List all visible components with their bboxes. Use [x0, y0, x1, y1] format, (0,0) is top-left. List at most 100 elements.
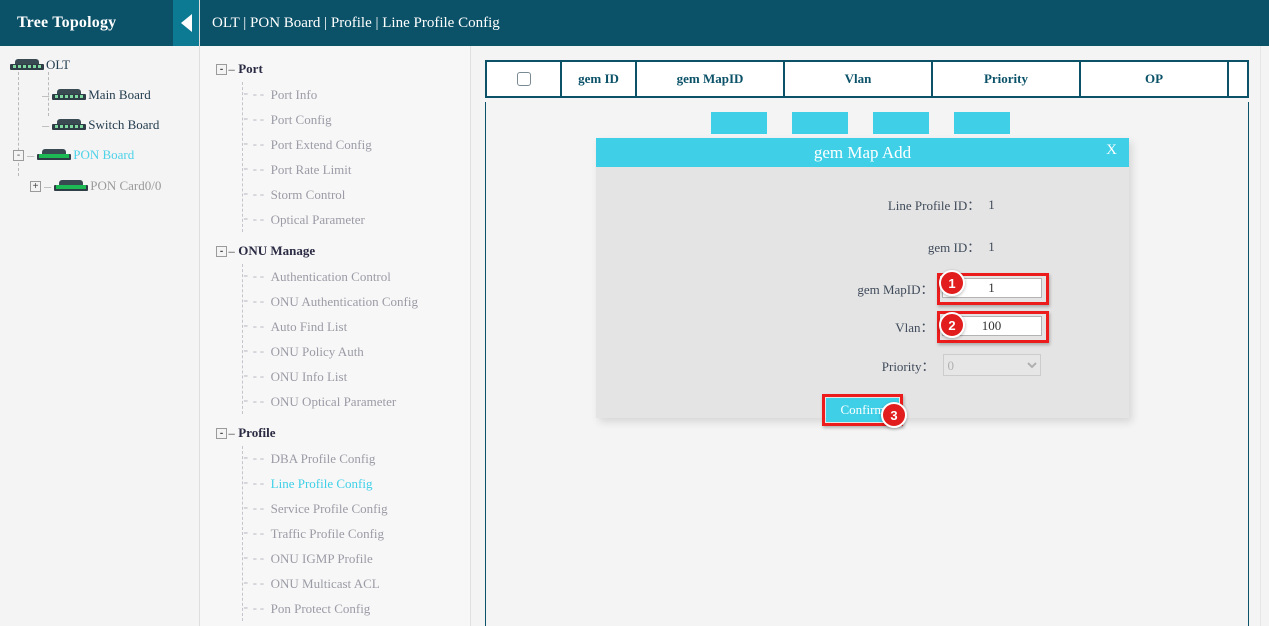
breadcrumb-text: OLT | PON Board | Profile | Line Profile… [212, 15, 500, 32]
nav-expander-icon[interactable]: - [216, 246, 227, 257]
priority-select[interactable]: 0 [943, 354, 1041, 376]
field-row-line-profile-id: Line Profile ID： 1 [596, 195, 1129, 214]
nav-item-service-profile-config[interactable]: ╴--Service Profile Config [200, 496, 470, 521]
nav-item-label: DBA Profile Config [271, 451, 376, 467]
nav-branch-icon: ╴-- [244, 526, 266, 541]
nav-item-label: Traffic Profile Config [271, 526, 384, 542]
table-action-button-row [711, 112, 1010, 134]
nav-branch-icon: ╴-- [244, 601, 266, 616]
nav-item-optical-parameter[interactable]: ╴-- Optical Parameter [200, 207, 470, 232]
tree-panel-title: Tree Topology [0, 14, 116, 32]
table-action-button[interactable] [711, 112, 767, 134]
sidebar-collapse-button[interactable] [173, 0, 199, 46]
priority-control: 0 [943, 354, 1041, 376]
chevron-left-icon [181, 14, 192, 32]
page-scroll-strip[interactable] [1260, 46, 1269, 626]
nav-branch-icon: – [228, 62, 235, 77]
nav-branch-icon: ╴-- [244, 294, 266, 309]
nav-item-onu-multicast-acl[interactable]: ╴-- ONU Multicast ACL [200, 571, 470, 596]
table-action-button[interactable] [873, 112, 929, 134]
nav-item-label: ONU Policy Auth [271, 344, 364, 360]
nav-branch-icon: ╴-- [244, 394, 266, 409]
nav-branch-icon: ╴-- [244, 162, 266, 177]
annotation-badge-3: 3 [881, 402, 907, 428]
nav-group-header-onu-manage[interactable]: - – ONU Manage [200, 238, 470, 264]
nav-group-header-port[interactable]: - – Port [200, 56, 470, 82]
nav-item-label: Port Info [271, 87, 318, 103]
tree-branch-icon: – [44, 179, 51, 194]
nav-item-label: Line Profile Config [271, 476, 373, 492]
priority-label: Priority： [685, 356, 943, 375]
tree-branch-icon: – [27, 148, 34, 163]
nav-item-port-info[interactable]: ╴--Port Info [200, 82, 470, 107]
field-row-vlan: Vlan： [596, 316, 1129, 336]
tree-node-pon-board[interactable]: - – PON Board [0, 144, 199, 166]
nav-item-pon-protect-config[interactable]: ╴-- Pon Protect Config [200, 596, 470, 621]
nav-item-label: ONU Info List [271, 369, 348, 385]
nav-branch-icon: ╴-- [244, 212, 266, 227]
line-profile-id-value: 1 [988, 197, 995, 213]
nav-group-title: Port [238, 61, 263, 77]
nav-item-storm-control[interactable]: ╴--Storm Control [200, 182, 470, 207]
tree-node-label: Main Board [88, 87, 150, 103]
nav-group-port: - – Port ╴--Port Info ╴--Port Config ╴--… [200, 56, 470, 232]
nav-item-label: ONU Multicast ACL [271, 576, 380, 592]
tree-node-main-board[interactable]: – Main Board [0, 84, 199, 106]
vlan-label: Vlan： [684, 317, 942, 336]
nav-item-label: Auto Find List [271, 319, 348, 335]
table-action-button[interactable] [792, 112, 848, 134]
close-icon[interactable]: X [1106, 142, 1117, 159]
gem-map-table-header: gem ID gem MapID Vlan Priority OP [485, 60, 1249, 98]
nav-item-traffic-profile-config[interactable]: ╴-- Traffic Profile Config [200, 521, 470, 546]
device-board-green-icon [37, 149, 71, 161]
nav-item-onu-optical-parameter[interactable]: ╴-- ONU Optical Parameter [200, 389, 470, 414]
tree-panel-header: Tree Topology [0, 0, 199, 46]
tree-node-label: OLT [46, 57, 70, 73]
nav-item-onu-policy-auth[interactable]: ╴--ONU Policy Auth [200, 339, 470, 364]
nav-item-line-profile-config[interactable]: ╴-- Line Profile Config [200, 471, 470, 496]
nav-item-onu-authentication-config[interactable]: ╴--ONU Authentication Config [200, 289, 470, 314]
nav-group-header-profile[interactable]: - – Profile [200, 420, 470, 446]
annotation-badge-1: 1 [939, 270, 965, 296]
table-action-button[interactable] [954, 112, 1010, 134]
nav-item-label: Port Config [271, 112, 332, 128]
nav-item-onu-igmp-profile[interactable]: ╴--ONU IGMP Profile [200, 546, 470, 571]
nav-group-onu-manage: - – ONU Manage ╴--Authentication Control… [200, 238, 470, 414]
tree-node-switch-board[interactable]: – Switch Board [0, 114, 199, 136]
table-header-vlan: Vlan [785, 62, 933, 96]
nav-branch-icon: ╴-- [244, 451, 266, 466]
nav-branch-icon: ╴-- [244, 137, 266, 152]
nav-item-port-extend-config[interactable]: ╴--Port Extend Config [200, 132, 470, 157]
line-profile-id-label: Line Profile ID： [730, 195, 988, 214]
nav-item-onu-info-list[interactable]: ╴-- ONU Info List [200, 364, 470, 389]
nav-branch-icon: ╴-- [244, 576, 266, 591]
nav-item-authentication-control[interactable]: ╴--Authentication Control [200, 264, 470, 289]
nav-item-label: Port Rate Limit [271, 162, 352, 178]
tree-expander-collapse-icon[interactable]: - [13, 150, 24, 161]
tree-node-list: OLT – Main Board – Switch Board - [0, 46, 199, 197]
nav-item-label: Optical Parameter [271, 212, 365, 228]
nav-branch-icon: ╴-- [244, 369, 266, 384]
table-header-spacer [1229, 62, 1247, 96]
nav-expander-icon[interactable]: - [216, 428, 227, 439]
nav-item-dba-profile-config[interactable]: ╴-- DBA Profile Config [200, 446, 470, 471]
nav-item-label: Pon Protect Config [271, 601, 371, 617]
tree-topology-panel: Tree Topology OLT – Main B [0, 0, 200, 626]
nav-expander-icon[interactable]: - [216, 64, 227, 75]
nav-item-port-rate-limit[interactable]: ╴-- Port Rate Limit [200, 157, 470, 182]
table-header-priority: Priority [933, 62, 1081, 96]
nav-branch-icon: ╴-- [244, 501, 266, 516]
gem-id-value: 1 [988, 239, 995, 255]
table-header-gem-id: gem ID [562, 62, 637, 96]
tree-node-pon-card[interactable]: + – PON Card0/0 [0, 175, 199, 197]
dialog-body: Line Profile ID： 1 gem ID： 1 gem MapID： … [596, 167, 1129, 418]
nav-item-auto-find-list[interactable]: ╴--Auto Find List [200, 314, 470, 339]
tree-expander-expand-icon[interactable]: + [30, 181, 41, 192]
nav-item-port-config[interactable]: ╴--Port Config [200, 107, 470, 132]
tree-node-olt[interactable]: OLT [0, 54, 199, 76]
select-all-checkbox[interactable] [517, 72, 531, 86]
nav-item-label: ONU Optical Parameter [271, 394, 397, 410]
table-header-select-all-cell [487, 62, 562, 96]
device-board-green-icon [54, 180, 88, 192]
nav-branch-icon: ╴-- [244, 476, 266, 491]
